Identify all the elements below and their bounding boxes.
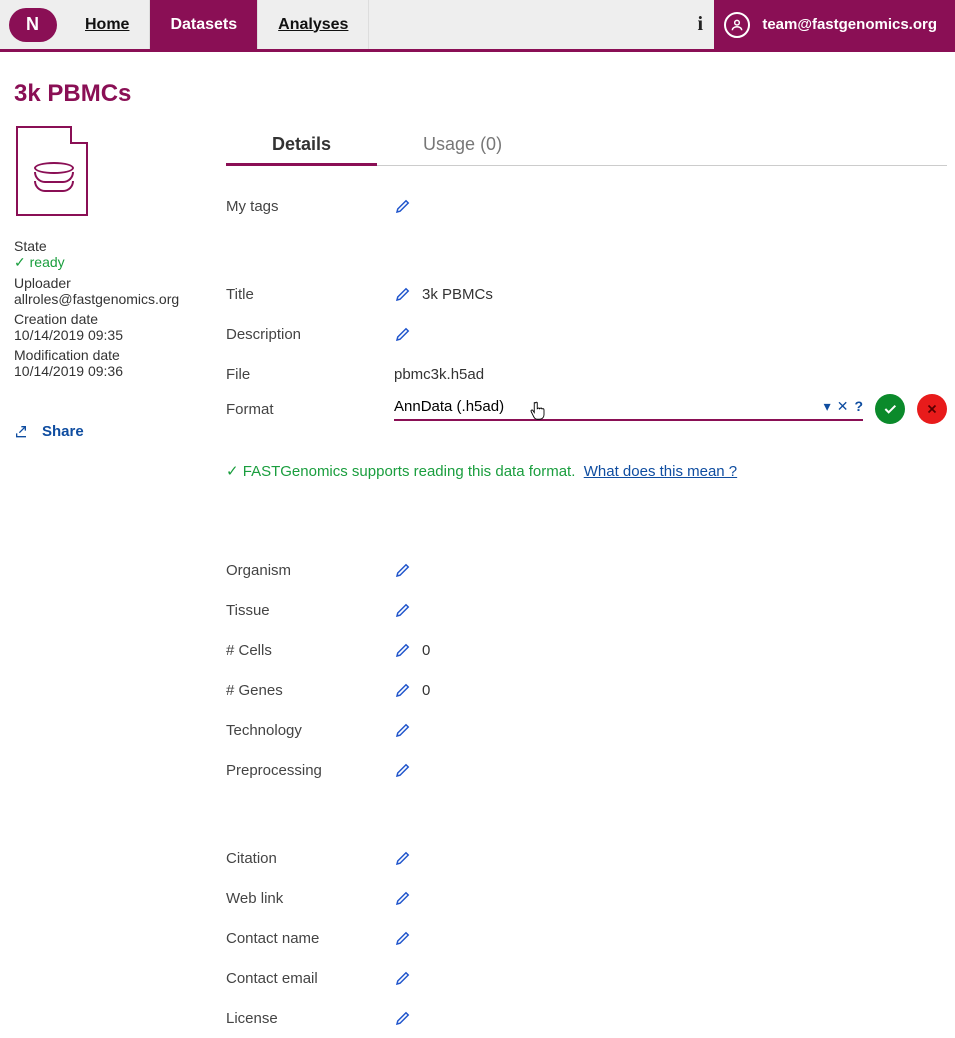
creation-label: Creation date <box>14 311 198 327</box>
format-clear-icon[interactable]: ✕ <box>837 398 849 415</box>
dataset-file-icon <box>16 126 88 216</box>
description-label: Description <box>226 326 394 343</box>
format-help-icon[interactable]: ? <box>854 398 863 415</box>
format-confirm-button[interactable] <box>875 394 905 424</box>
organism-label: Organism <box>226 562 394 579</box>
share-label: Share <box>42 423 84 440</box>
preprocessing-label: Preprocessing <box>226 762 394 779</box>
license-label: License <box>226 1010 394 1027</box>
user-email: team@fastgenomics.org <box>762 16 937 33</box>
nav-analyses[interactable]: Analyses <box>258 0 369 49</box>
modification-value: 10/14/2019 09:36 <box>14 363 198 379</box>
title-value: 3k PBMCs <box>422 286 493 303</box>
main-panel: Details Usage (0) My tags Title 3k PBMCs… <box>198 126 947 1038</box>
mytags-label: My tags <box>226 198 394 215</box>
page-title: 3k PBMCs <box>0 52 955 126</box>
edit-citation-icon[interactable] <box>394 849 412 867</box>
edit-technology-icon[interactable] <box>394 721 412 739</box>
uploader-value: allroles@fastgenomics.org <box>14 291 198 307</box>
format-support-text: ✓ FASTGenomics supports reading this dat… <box>226 462 947 480</box>
tab-details[interactable]: Details <box>226 126 377 166</box>
state-value: ✓ ready <box>14 254 198 271</box>
sidebar: State ✓ ready Uploader allroles@fastgeno… <box>14 126 198 1038</box>
nav: Home Datasets Analyses <box>65 0 369 49</box>
logo-icon: N <box>9 8 57 42</box>
info-icon[interactable]: i <box>686 0 714 49</box>
share-button[interactable]: Share <box>14 423 198 440</box>
edit-title-icon[interactable] <box>394 285 412 303</box>
genes-label: # Genes <box>226 682 394 699</box>
edit-description-icon[interactable] <box>394 325 412 343</box>
technology-label: Technology <box>226 722 394 739</box>
weblink-label: Web link <box>226 890 394 907</box>
file-value: pbmc3k.h5ad <box>394 366 484 383</box>
title-label: Title <box>226 286 394 303</box>
edit-organism-icon[interactable] <box>394 561 412 579</box>
format-support-link[interactable]: What does this mean ? <box>584 463 737 480</box>
creation-value: 10/14/2019 09:35 <box>14 327 198 343</box>
edit-mytags-icon[interactable] <box>394 197 412 215</box>
edit-contactemail-icon[interactable] <box>394 969 412 987</box>
close-icon <box>925 402 939 416</box>
app-logo[interactable]: N <box>0 0 65 49</box>
tab-usage[interactable]: Usage (0) <box>377 126 548 165</box>
edit-cells-icon[interactable] <box>394 641 412 659</box>
format-input[interactable] <box>394 398 820 415</box>
format-input-wrap: ▾ ✕ ? <box>394 398 863 421</box>
format-label: Format <box>226 401 394 418</box>
edit-preprocessing-icon[interactable] <box>394 761 412 779</box>
state-label: State <box>14 238 198 254</box>
modification-label: Modification date <box>14 347 198 363</box>
uploader-label: Uploader <box>14 275 198 291</box>
format-cancel-button[interactable] <box>917 394 947 424</box>
check-icon <box>882 401 898 417</box>
nav-datasets[interactable]: Datasets <box>150 0 258 49</box>
cells-label: # Cells <box>226 642 394 659</box>
nav-home[interactable]: Home <box>65 0 150 49</box>
user-icon <box>724 12 750 38</box>
edit-license-icon[interactable] <box>394 1009 412 1027</box>
user-menu[interactable]: team@fastgenomics.org <box>714 0 955 49</box>
cells-value: 0 <box>422 642 430 659</box>
edit-genes-icon[interactable] <box>394 681 412 699</box>
contactname-label: Contact name <box>226 930 394 947</box>
edit-contactname-icon[interactable] <box>394 929 412 947</box>
tissue-label: Tissue <box>226 602 394 619</box>
edit-tissue-icon[interactable] <box>394 601 412 619</box>
format-dropdown-icon[interactable]: ▾ <box>824 398 831 415</box>
share-icon <box>14 424 30 440</box>
topbar: N Home Datasets Analyses i team@fastgeno… <box>0 0 955 52</box>
contactemail-label: Contact email <box>226 970 394 987</box>
citation-label: Citation <box>226 850 394 867</box>
tabs: Details Usage (0) <box>226 126 947 166</box>
file-label: File <box>226 366 394 383</box>
edit-weblink-icon[interactable] <box>394 889 412 907</box>
genes-value: 0 <box>422 682 430 699</box>
